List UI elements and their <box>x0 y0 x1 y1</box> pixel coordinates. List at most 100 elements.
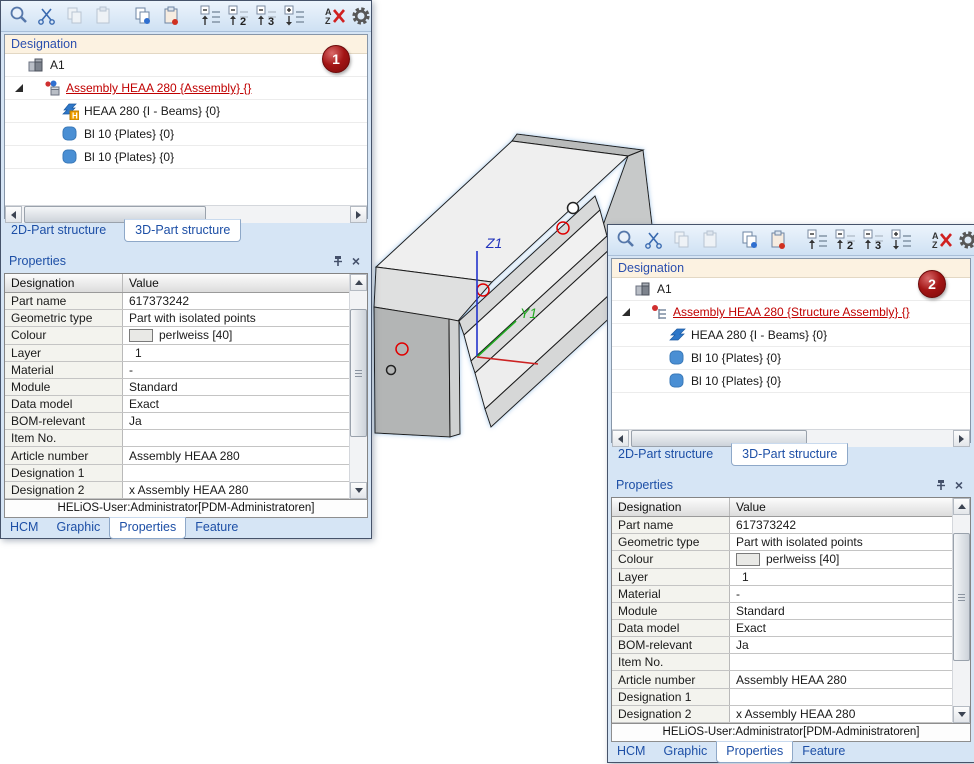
beam-front-plate[interactable] <box>373 306 451 438</box>
scissors-icon <box>36 5 58 27</box>
scroll-down-button[interactable] <box>953 706 970 723</box>
collapse-level-2-button[interactable]: 2 <box>227 4 251 28</box>
expand-all-button[interactable] <box>283 4 307 28</box>
copy-button-disabled[interactable] <box>670 228 694 252</box>
tree-row-plate[interactable]: Bl 10 {Plates} {0} <box>5 123 367 146</box>
settings-button[interactable] <box>956 228 974 252</box>
tree-item-label-active-assembly: Assembly HEAA 280 {Structure Assembly} {… <box>673 305 910 319</box>
copy-button-disabled[interactable] <box>63 4 87 28</box>
pin-icon <box>934 478 948 492</box>
tree-row-a1[interactable]: A1 <box>5 54 367 77</box>
paste-with-reference-button[interactable] <box>159 4 183 28</box>
scrollbar-track[interactable] <box>350 291 367 482</box>
tree-row-plate[interactable]: Bl 10 {Plates} {0} <box>612 370 970 393</box>
tree-row-a1[interactable]: A1 <box>612 278 970 301</box>
scrollbar-track[interactable] <box>953 515 970 706</box>
collapse-all-button[interactable] <box>199 4 223 28</box>
collapse-level-2-icon: 2 <box>835 229 857 251</box>
gear-icon <box>957 229 974 251</box>
tab-feature[interactable]: Feature <box>793 742 854 762</box>
tree-row-beam[interactable]: H HEAA 280 {I - Beams} {0} <box>5 100 367 123</box>
tree-column-header-designation[interactable]: Designation <box>5 35 367 54</box>
properties-header-row: Designation Value <box>5 274 349 294</box>
paste-special-icon <box>767 229 789 251</box>
settings-button[interactable] <box>349 4 373 28</box>
tree-item-label-active-assembly: Assembly HEAA 280 {Assembly} {} <box>66 81 252 95</box>
column-header-designation[interactable]: Designation <box>5 274 123 293</box>
column-header-value[interactable]: Value <box>123 274 349 292</box>
svg-text:2: 2 <box>240 16 246 27</box>
column-header-designation[interactable]: Designation <box>612 498 730 517</box>
scrollbar-thumb[interactable] <box>953 533 970 661</box>
auto-hide-pin-button[interactable] <box>932 477 950 493</box>
bottom-tab-bar: HCM Graphic Properties Feature <box>1 517 371 540</box>
part-structure-tree: Designation A1 Assembly HEAA 280 {Struct… <box>611 258 971 447</box>
paste-with-reference-button[interactable] <box>766 228 790 252</box>
arrow-right-icon <box>959 434 964 443</box>
collapse-level-2-button[interactable]: 2 <box>834 228 858 252</box>
search-button[interactable] <box>7 4 31 28</box>
cut-button[interactable] <box>35 4 59 28</box>
tree-column-header-designation[interactable]: Designation <box>612 259 970 278</box>
close-icon: × <box>351 252 361 269</box>
property-row-colour: Colour perlweiss [40] <box>5 327 349 345</box>
tree-row-assembly[interactable]: Assembly HEAA 280 {Structure Assembly} {… <box>612 301 970 324</box>
structure-tab-bar: 2D-Part structure 3D-Part structure <box>1 219 371 244</box>
scroll-up-button[interactable] <box>350 274 367 291</box>
search-button[interactable] <box>614 228 638 252</box>
tab-3d-part-structure[interactable]: 3D-Part structure <box>731 443 849 466</box>
point-marker-white[interactable] <box>566 201 580 215</box>
auto-hide-pin-button[interactable] <box>329 253 347 269</box>
collapse-level-3-button[interactable]: 3 <box>255 4 279 28</box>
expander-triangle-icon[interactable] <box>15 84 23 92</box>
paste-button-disabled[interactable] <box>698 228 722 252</box>
tree-row-plate[interactable]: Bl 10 {Plates} {0} <box>612 347 970 370</box>
property-row-part-name: Part name 617373242 <box>5 293 349 311</box>
scroll-down-button[interactable] <box>350 482 367 499</box>
plate-icon <box>61 125 79 143</box>
copy-with-reference-button[interactable] <box>131 4 155 28</box>
properties-title-bar: Properties × <box>3 251 369 270</box>
clear-sort-button[interactable]: AZ <box>323 4 347 28</box>
tab-graphic[interactable]: Graphic <box>47 518 109 538</box>
scroll-up-button[interactable] <box>953 498 970 515</box>
collapse-level-3-icon: 3 <box>256 5 278 27</box>
copy-with-reference-button[interactable] <box>738 228 762 252</box>
collapse-level-3-icon: 3 <box>863 229 885 251</box>
collapse-level-3-button[interactable]: 3 <box>862 228 886 252</box>
tree-row-plate[interactable]: Bl 10 {Plates} {0} <box>5 146 367 169</box>
tab-2d-part-structure[interactable]: 2D-Part structure <box>1 220 116 241</box>
svg-text:Z: Z <box>325 16 331 26</box>
copy-special-icon <box>132 5 154 27</box>
tab-graphic[interactable]: Graphic <box>654 742 716 762</box>
tab-2d-part-structure[interactable]: 2D-Part structure <box>608 444 723 465</box>
close-button[interactable]: × <box>347 253 365 269</box>
collapse-all-button[interactable] <box>806 228 830 252</box>
paste-button-disabled[interactable] <box>91 4 115 28</box>
tab-3d-part-structure[interactable]: 3D-Part structure <box>124 219 242 242</box>
svg-text:Z: Z <box>932 240 938 250</box>
plate-icon <box>61 148 79 166</box>
vertical-scrollbar <box>349 274 367 499</box>
tree-empty-area <box>612 393 970 429</box>
tree-row-assembly[interactable]: Assembly HEAA 280 {Assembly} {} <box>5 77 367 100</box>
axis-z-label: Z1 <box>485 235 502 251</box>
tab-properties[interactable]: Properties <box>109 517 187 539</box>
tab-hcm[interactable]: HCM <box>608 742 654 762</box>
pin-icon <box>331 254 345 268</box>
expand-all-button[interactable] <box>890 228 914 252</box>
tab-properties[interactable]: Properties <box>716 741 794 763</box>
tree-row-beam[interactable]: HEAA 280 {I - Beams} {0} <box>612 324 970 347</box>
svg-text:H: H <box>72 112 78 121</box>
cut-button[interactable] <box>642 228 666 252</box>
tab-feature[interactable]: Feature <box>186 518 247 538</box>
clear-sort-button[interactable]: AZ <box>930 228 954 252</box>
copy-icon <box>671 229 693 251</box>
close-button[interactable]: × <box>950 477 968 493</box>
properties-title: Properties <box>9 253 66 268</box>
scrollbar-thumb[interactable] <box>350 309 367 437</box>
toolbar: 2 3 AZ <box>1 1 371 32</box>
tab-hcm[interactable]: HCM <box>1 518 47 538</box>
expander-triangle-icon[interactable] <box>622 308 630 316</box>
column-header-value[interactable]: Value <box>730 498 952 516</box>
